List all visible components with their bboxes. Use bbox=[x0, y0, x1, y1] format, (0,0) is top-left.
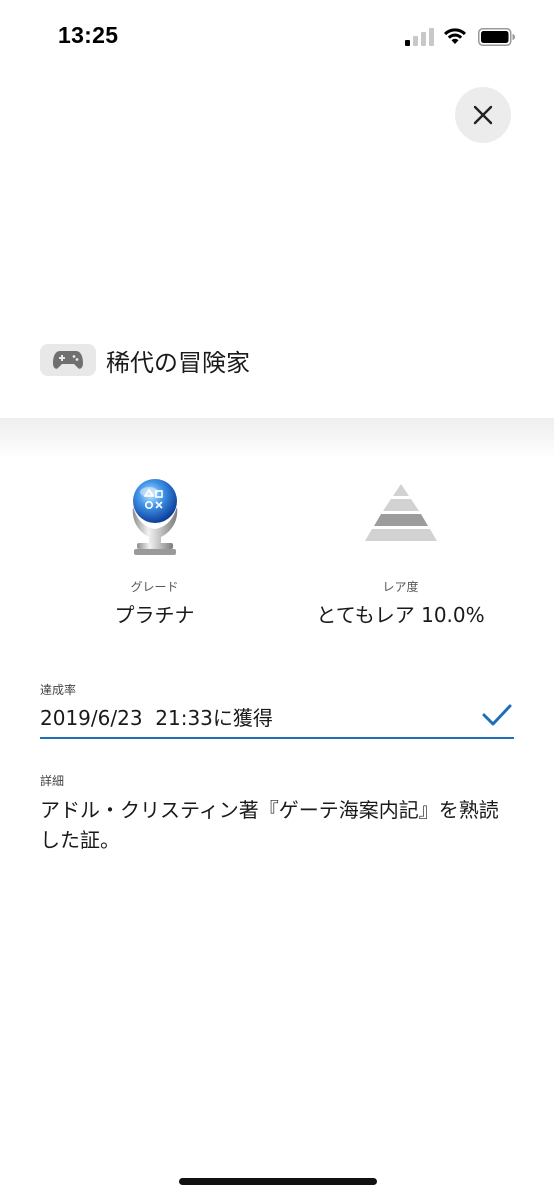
trophy-title-row: 稀代の冒険家 bbox=[40, 340, 250, 380]
grade-caption: グレード bbox=[130, 580, 179, 594]
pyramid-icon bbox=[364, 484, 437, 541]
detail-label: 詳細 bbox=[40, 774, 65, 788]
battery-icon bbox=[478, 28, 515, 46]
rarity-value: とてもレア 10.0% bbox=[316, 603, 485, 627]
close-button[interactable] bbox=[455, 87, 511, 143]
achievement-field: 達成率 2019/6/23 21:33に獲得 bbox=[40, 681, 514, 739]
achievement-label: 達成率 bbox=[40, 683, 77, 697]
achievement-value: 2019/6/23 21:33に獲得 bbox=[40, 706, 273, 730]
trophy-title: 稀代の冒険家 bbox=[106, 348, 250, 377]
checkmark-icon bbox=[482, 704, 512, 726]
rarity-caption: レア度 bbox=[382, 580, 419, 594]
close-icon bbox=[473, 105, 493, 125]
rarity-section: レア度 とてもレア 10.0% bbox=[262, 470, 539, 628]
detail-field: 詳細 アドル・クリスティン著『ゲーテ海案内記』を熟読した証。 bbox=[40, 772, 514, 855]
platinum-trophy-icon bbox=[132, 479, 177, 555]
wifi-icon bbox=[444, 28, 466, 44]
gamepad-icon bbox=[53, 351, 83, 369]
grade-value: プラチナ bbox=[114, 603, 195, 627]
platform-badge bbox=[40, 344, 96, 376]
status-time: 13:25 bbox=[58, 22, 119, 48]
cellular-signal-icon bbox=[405, 28, 434, 46]
status-bar: 13:25 bbox=[0, 0, 554, 76]
detail-text: アドル・クリスティン著『ゲーテ海案内記』を熟読した証。 bbox=[40, 798, 499, 852]
home-indicator[interactable] bbox=[179, 1178, 377, 1185]
grade-section: グレード プラチナ bbox=[16, 470, 293, 628]
section-divider bbox=[0, 418, 554, 458]
